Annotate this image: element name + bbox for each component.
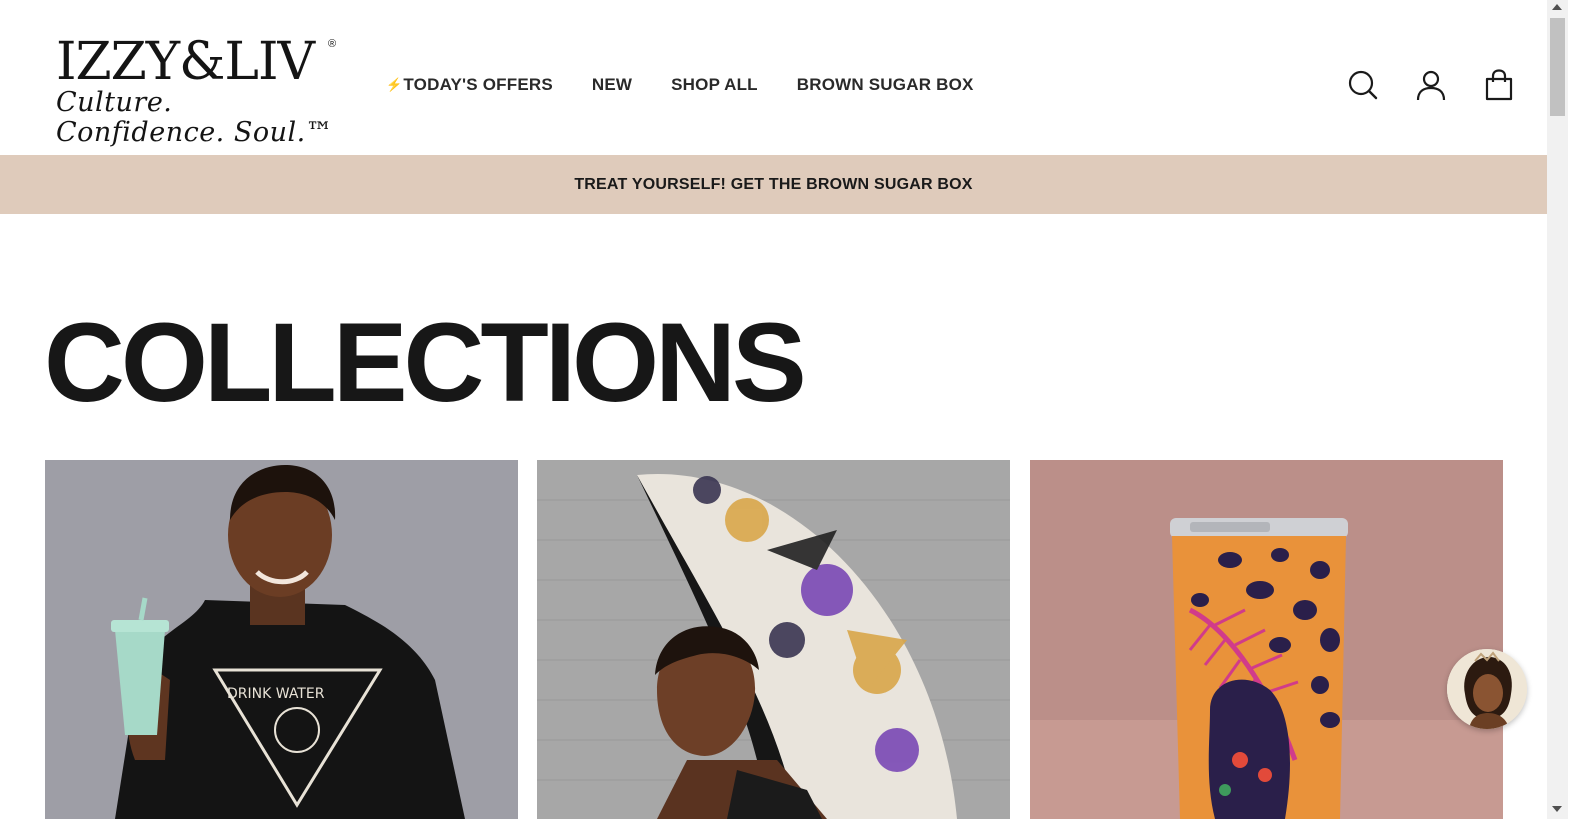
- scroll-up-arrow-icon[interactable]: [1552, 4, 1562, 10]
- account-button[interactable]: [1412, 66, 1450, 104]
- nav-item-new[interactable]: NEW: [592, 75, 632, 95]
- chat-avatar-button[interactable]: [1447, 649, 1527, 729]
- collection-card-drink-water[interactable]: DRINK WATER: [45, 460, 518, 819]
- logo-registered-mark: ®: [328, 38, 337, 50]
- collection-image: [1030, 460, 1503, 819]
- logo-wordmark: IZZY&LIV: [56, 32, 315, 92]
- scroll-thumb[interactable]: [1550, 18, 1565, 116]
- nav-item-shop-all[interactable]: SHOP ALL: [671, 75, 758, 95]
- nav-item-brown-sugar-box[interactable]: BROWN SUGAR BOX: [797, 75, 974, 95]
- collection-image: DRINK WATER: [45, 460, 518, 819]
- site-header: IZZY&LIV ® Culture. Confidence. Soul.™ ⚡…: [0, 0, 1547, 155]
- lightning-bolt-icon: ⚡: [386, 77, 403, 92]
- avatar-image: [1447, 649, 1527, 729]
- cart-icon: [1485, 69, 1513, 101]
- logo-tagline: Culture. Confidence. Soul.™: [56, 87, 334, 148]
- scroll-down-arrow-icon[interactable]: [1552, 806, 1562, 812]
- nav-item-label: NEW: [591, 75, 633, 94]
- main-nav: ⚡ TODAY'S OFFERS NEW SHOP ALL BROWN SUGA…: [386, 75, 1013, 95]
- collection-image: [537, 460, 1010, 819]
- account-icon: [1416, 70, 1446, 101]
- brand-logo[interactable]: IZZY&LIV ® Culture. Confidence. Soul.™: [56, 32, 346, 148]
- nav-item-label: BROWN SUGAR BOX: [796, 75, 974, 94]
- page-title: COLLECTIONS: [44, 300, 807, 425]
- collection-card-tumbler[interactable]: [1030, 460, 1503, 819]
- announcement-bar: TREAT YOURSELF! GET THE BROWN SUGAR BOX: [0, 155, 1547, 214]
- search-button[interactable]: [1344, 66, 1382, 104]
- header-icons: [1344, 66, 1518, 104]
- page-scrollbar[interactable]: [1547, 0, 1568, 819]
- announcement-link[interactable]: TREAT YOURSELF! GET THE BROWN SUGAR BOX: [574, 176, 972, 194]
- shirt-text: DRINK WATER: [227, 686, 325, 702]
- search-icon: [1348, 70, 1378, 100]
- cart-button[interactable]: [1480, 66, 1518, 104]
- nav-item-label: TODAY'S OFFERS: [403, 75, 553, 94]
- collection-card-umbrella[interactable]: [537, 460, 1010, 819]
- nav-item-todays-offers[interactable]: ⚡ TODAY'S OFFERS: [386, 75, 553, 95]
- nav-item-label: SHOP ALL: [671, 75, 758, 94]
- page: IZZY&LIV ® Culture. Confidence. Soul.™ ⚡…: [0, 0, 1547, 819]
